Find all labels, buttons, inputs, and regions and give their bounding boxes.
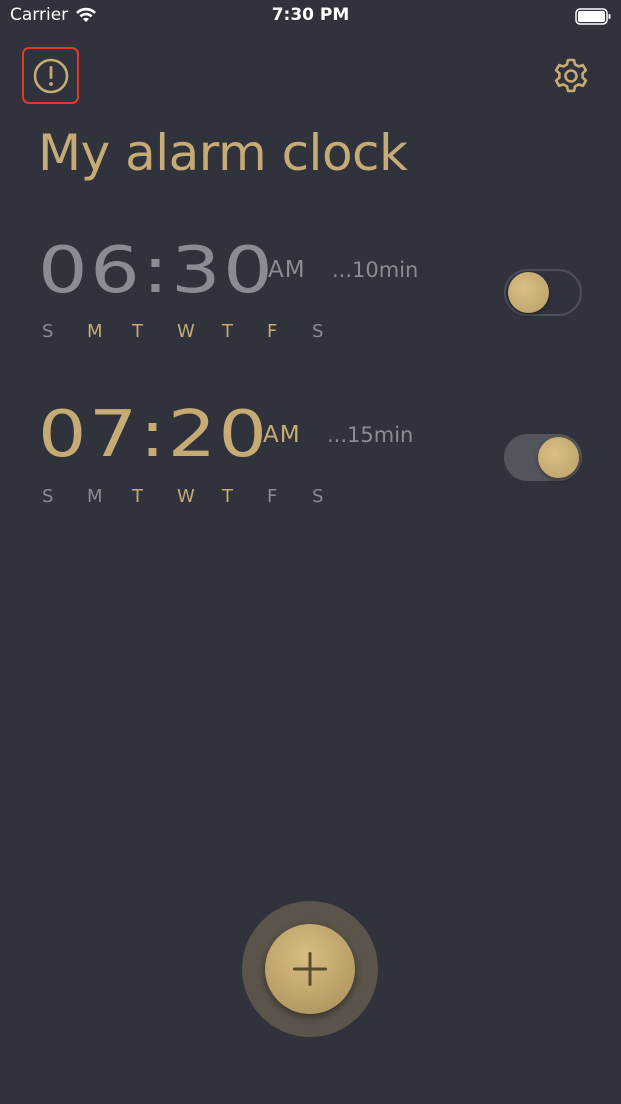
day-saturday: S [312,321,324,342]
alarm-days: S M T W T F S [38,486,353,507]
day-thursday: T [222,321,233,342]
day-friday: F [267,321,278,342]
alarm-toggle[interactable] [504,269,582,316]
day-tuesday: T [132,321,143,342]
day-monday: M [87,486,103,507]
add-alarm-button[interactable] [265,924,355,1014]
info-button[interactable] [22,47,79,104]
alarm-row[interactable]: 06:30 AM ...10min S M T W T F S [0,236,621,366]
day-sunday: S [42,486,54,507]
alarm-time: 07:20 [38,398,270,472]
toggle-knob [508,272,549,313]
day-friday: F [267,486,278,507]
alarm-row[interactable]: 07:20 AM ...15min S M T W T F S [0,400,621,530]
day-thursday: T [222,486,233,507]
alarm-clock-screen: Carrier 7:30 PM My alarm clock 06:30 AM … [0,0,621,1104]
add-alarm-button-halo [242,901,378,1037]
day-wednesday: W [177,486,195,507]
alarm-snooze: ...10min [332,258,419,282]
alarm-snooze: ...15min [327,423,414,447]
page-title: My alarm clock [38,124,408,182]
day-saturday: S [312,486,324,507]
alarm-ampm: AM [263,422,301,448]
day-tuesday: T [132,486,143,507]
battery-icon [575,8,611,25]
exclamation-circle-icon [33,58,68,93]
toggle-knob [538,437,579,478]
day-wednesday: W [177,321,195,342]
settings-button[interactable] [550,55,592,97]
alarm-days: S M T W T F S [38,321,353,342]
gear-icon [554,58,588,93]
day-sunday: S [42,321,54,342]
alarm-toggle[interactable] [504,434,582,481]
plus-icon [293,952,327,986]
alarm-time: 06:30 [38,234,276,308]
status-time: 7:30 PM [271,5,350,25]
status-bar: Carrier 7:30 PM [0,0,621,34]
day-monday: M [87,321,103,342]
alarm-ampm: AM [268,257,306,283]
